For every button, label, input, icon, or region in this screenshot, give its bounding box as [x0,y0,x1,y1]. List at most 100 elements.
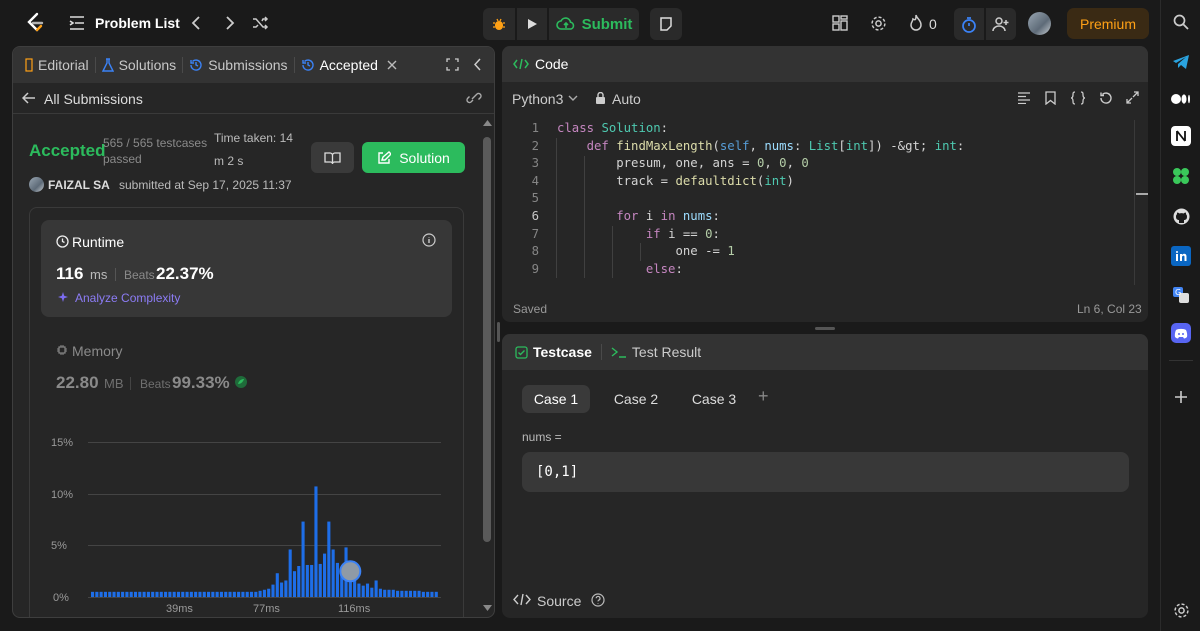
code-line[interactable]: 5 [519,190,964,208]
y-tick-label: 15% [51,437,74,449]
gear-icon[interactable] [870,15,887,32]
all-submissions-link[interactable]: All Submissions [44,91,143,107]
author-name[interactable]: FAIZAL SA [48,178,110,192]
leetcode-logo-icon[interactable] [24,12,46,34]
fire-icon[interactable] [908,14,924,32]
help-icon[interactable] [591,593,605,607]
code-text: else: [645,261,683,276]
collapse-icon[interactable] [474,58,482,71]
cloud-upload-icon [555,16,576,32]
settings-icon[interactable] [1171,600,1191,620]
discord-icon[interactable] [1171,323,1191,343]
maximize-icon[interactable] [446,58,459,71]
nums-input[interactable]: [0,1] [522,452,1129,492]
add-case-button[interactable]: + [758,386,769,407]
format-icon[interactable] [1017,92,1031,104]
runtime-title: Runtime [72,234,125,250]
shuffle-icon[interactable] [251,14,269,32]
line-number: 1 [531,121,539,135]
grid-line [88,494,441,495]
scrollbar-thumb[interactable] [483,137,491,542]
code-line[interactable]: 3 presum, one, ans = 0, 0, 0 [519,155,964,173]
linkedin-icon[interactable] [1171,246,1191,266]
link-icon[interactable] [466,91,482,105]
telegram-icon[interactable] [1171,52,1191,72]
testcase-panel: Testcase Test Result Case 1 Case 2 Case … [502,334,1148,618]
line-number: 8 [531,244,539,259]
translate-icon[interactable]: G [1171,285,1191,305]
scroll-up-icon[interactable] [483,120,492,126]
line-number: 6 [531,208,539,223]
prev-problem-icon[interactable] [190,14,202,32]
search-icon[interactable] [1171,12,1191,32]
editorial-book-button[interactable] [311,142,354,173]
solution-button[interactable]: Solution [362,142,465,173]
tab-submissions[interactable]: Submissions [183,47,293,83]
reset-icon[interactable] [1099,91,1113,105]
scrollbar-track[interactable] [482,120,492,615]
bookmark-icon[interactable] [1045,91,1056,105]
code-text: presum, one, ans = 0, 0, 0 [616,156,809,171]
info-icon[interactable] [422,233,436,247]
add-friend-button[interactable] [986,8,1016,40]
tab-accepted[interactable]: Accepted [295,47,403,83]
code-text: for i in nums: [616,208,720,223]
memory-title[interactable]: Memory [72,343,123,359]
save-status: Saved [513,302,548,316]
submit-button[interactable]: Submit [549,8,639,40]
code-header: Code [502,46,1148,82]
chevron-down-icon[interactable] [568,95,578,102]
tab-testcase[interactable]: Testcase [533,344,592,360]
back-arrow-icon[interactable] [22,91,36,105]
expand-icon[interactable] [1126,91,1139,104]
close-icon[interactable] [387,60,397,70]
author-avatar[interactable] [29,177,44,192]
code-line[interactable]: 1 class Solution: [519,120,964,138]
tab-test-result[interactable]: Test Result [632,344,701,360]
case-1-tab[interactable]: Case 1 [522,385,590,413]
code-line[interactable]: 2 def findMaxLength(self, nums: List[int… [519,138,965,156]
analyze-complexity-link[interactable]: Analyze Complexity [75,291,180,305]
code-line[interactable]: 7 if i == 0: [519,226,964,244]
case-3-tab[interactable]: Case 3 [680,385,748,413]
user-avatar[interactable] [1028,12,1051,35]
memory-unit: MB [104,376,124,391]
notes-button[interactable] [650,8,682,40]
runtime-value: 116 [56,264,84,283]
medium-icon[interactable] [1171,89,1191,109]
scroll-down-icon[interactable] [483,605,492,611]
tab-editorial[interactable]: Editorial [19,47,95,83]
run-button[interactable] [517,8,547,40]
next-problem-icon[interactable] [224,14,236,32]
submitted-time: submitted at Sep 17, 2025 11:37 [119,178,292,192]
case-2-tab[interactable]: Case 2 [602,385,670,413]
tab-solutions[interactable]: Solutions [96,47,183,83]
code-area[interactable]: 1 class Solution: 2 def findMaxLength(self… [502,120,1148,285]
testcase-tabbar: Testcase Test Result [502,334,1148,370]
problem-list-link[interactable]: Problem List [95,15,180,31]
editor-scrollbar[interactable] [1134,120,1148,285]
code-line[interactable]: 9 else: [519,261,964,279]
code-line[interactable]: 4 track = defaultdict(int) [519,173,964,191]
code-line[interactable]: 6 for i in nums: [519,208,964,226]
mode-label[interactable]: Auto [612,91,641,107]
horizontal-resize-handle[interactable] [815,327,835,330]
debug-button[interactable] [483,8,515,40]
layout-icon[interactable] [832,15,848,31]
curly-braces-icon[interactable] [1070,91,1086,105]
problem-list-icon[interactable] [68,15,86,31]
line-number: 2 [531,138,539,153]
source-link[interactable]: Source [537,593,581,609]
github-icon[interactable] [1171,206,1191,226]
runtime-card[interactable]: Runtime 116 ms Beats 22.37% Analyze Comp… [41,220,452,317]
notion-icon[interactable] [1171,126,1191,146]
code-line[interactable]: 8 one -= 1 [519,243,964,261]
tab-solutions-label: Solutions [118,57,177,73]
timer-button[interactable] [954,8,984,40]
vertical-resize-handle[interactable] [497,322,500,342]
apps-icon[interactable] [1171,166,1191,186]
language-select[interactable]: Python3 [512,91,563,107]
add-icon[interactable] [1171,387,1191,407]
line-number: 7 [531,226,539,241]
premium-button[interactable]: Premium [1067,8,1149,39]
